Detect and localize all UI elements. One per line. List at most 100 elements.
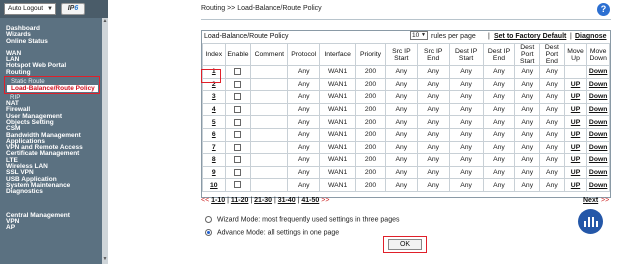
page-link-31-40[interactable]: 31-40 xyxy=(278,197,296,204)
dest-ip-start-cell: Any xyxy=(448,127,484,142)
move-down-link[interactable]: Down xyxy=(589,156,608,163)
interface-cell: WAN1 xyxy=(319,77,357,92)
rule-index-link[interactable]: 8 xyxy=(212,156,216,163)
enable-checkbox[interactable] xyxy=(234,143,242,151)
next-page-link[interactable]: Next xyxy=(583,197,598,204)
comment-cell xyxy=(250,140,289,155)
ipv6-badge[interactable]: IP6 xyxy=(61,3,85,15)
move-up-link[interactable]: UP xyxy=(571,81,580,88)
dest-port-end-cell: Any xyxy=(539,178,565,192)
sidebar-item-static-route[interactable]: Static Route xyxy=(7,78,98,85)
rule-index-link[interactable]: 9 xyxy=(212,169,216,176)
move-down-link[interactable]: Down xyxy=(589,119,608,126)
enable-checkbox[interactable] xyxy=(234,168,242,176)
move-down-link[interactable]: Down xyxy=(589,144,608,151)
advance-mode-radio[interactable] xyxy=(205,229,212,236)
move-down-link[interactable]: Down xyxy=(589,81,608,88)
rule-index-link[interactable]: 3 xyxy=(212,93,216,100)
move-up-link[interactable]: UP xyxy=(571,131,580,138)
wizard-icon-bar xyxy=(584,221,586,227)
index-cell: 7 xyxy=(202,140,226,155)
dest-ip-start-cell: Any xyxy=(448,90,484,104)
dest-ip-end-cell: Any xyxy=(482,115,516,129)
move-down-link[interactable]: Down xyxy=(589,131,608,138)
move-down-link[interactable]: Down xyxy=(589,93,608,100)
move-up-cell: UP xyxy=(563,178,588,192)
policy-table: Index Enable Comment Protocol Interface … xyxy=(202,43,610,192)
move-up-link[interactable]: UP xyxy=(571,106,580,113)
interface-cell: WAN1 xyxy=(319,127,357,142)
wizard-mode-option[interactable]: Wizard Mode: most frequently used settin… xyxy=(205,216,399,223)
rule-index-link[interactable]: 6 xyxy=(212,131,216,138)
move-up-link[interactable]: UP xyxy=(571,93,580,100)
breadcrumb: Routing >> Load-Balance/Route Policy xyxy=(201,5,322,12)
column-header: Move Down xyxy=(586,43,610,66)
move-down-cell: Down xyxy=(586,178,610,192)
move-up-link[interactable]: UP xyxy=(571,156,580,163)
ok-button[interactable]: OK xyxy=(388,239,422,250)
src-ip-end-cell: Any xyxy=(416,90,450,104)
table-row: 10 Any WAN1 200 Any Any Any Any Any Any UP Down xyxy=(202,178,610,192)
index-cell: 10 xyxy=(202,178,226,192)
panel-title: Load-Balance/Route Policy xyxy=(204,33,289,40)
sidebar-item-ap[interactable]: AP xyxy=(6,224,106,231)
interface-cell: WAN1 xyxy=(319,90,357,104)
wizard-mode-label: Wizard Mode: most frequently used settin… xyxy=(217,216,400,224)
routing-submenu-highlight: Static Route Load-Balance/Route Policy xyxy=(4,76,100,95)
column-header: Src IP Start xyxy=(384,43,418,66)
scroll-up-arrow-icon[interactable]: ▲ xyxy=(102,18,108,24)
comment-cell xyxy=(250,115,289,129)
enable-checkbox[interactable] xyxy=(234,156,242,164)
dest-port-end-cell: Any xyxy=(539,140,565,155)
enable-checkbox[interactable] xyxy=(234,131,242,139)
sidebar-scrollbar[interactable] xyxy=(102,18,108,264)
table-row: 1 Any WAN1 200 Any Any Any Any Any Any Down xyxy=(202,65,610,79)
rule-index-link[interactable]: 4 xyxy=(212,106,216,113)
enable-checkbox[interactable] xyxy=(234,105,242,113)
set-factory-default-link[interactable]: Set to Factory Default xyxy=(494,33,566,40)
move-up-link[interactable]: UP xyxy=(571,182,580,189)
table-header-row: Index Enable Comment Protocol Interface … xyxy=(202,43,610,66)
move-down-link[interactable]: Down xyxy=(589,169,608,176)
move-up-link[interactable]: UP xyxy=(571,119,580,126)
wizard-mode-radio[interactable] xyxy=(205,216,212,223)
auto-logout-select[interactable]: Auto Logout ▼ xyxy=(4,3,56,15)
rules-per-page-select[interactable]: 10 ▼ xyxy=(410,31,428,40)
move-up-link[interactable]: UP xyxy=(571,144,580,151)
table-row: 7 Any WAN1 200 Any Any Any Any Any Any UP Down xyxy=(202,140,610,155)
page-link-21-30[interactable]: 21-30 xyxy=(254,197,272,204)
enable-checkbox[interactable] xyxy=(234,80,242,88)
page-link-11-20[interactable]: 11-20 xyxy=(231,197,249,204)
move-up-cell: UP xyxy=(563,102,588,117)
enable-cell xyxy=(224,102,252,117)
rule-index-link[interactable]: 5 xyxy=(212,119,216,126)
src-ip-start-cell: Any xyxy=(384,90,418,104)
pager-prev-arrows: << xyxy=(201,197,210,204)
dest-ip-end-cell: Any xyxy=(482,90,516,104)
enable-checkbox[interactable] xyxy=(234,118,242,126)
enable-checkbox[interactable] xyxy=(234,181,242,189)
scroll-down-arrow-icon[interactable]: ▼ xyxy=(102,256,108,262)
move-up-link[interactable]: UP xyxy=(571,169,580,176)
page-link-1-10[interactable]: 1-10 xyxy=(211,197,225,204)
move-down-link[interactable]: Down xyxy=(589,182,608,189)
diagnose-link[interactable]: Diagnose xyxy=(575,33,607,40)
move-down-link[interactable]: Down xyxy=(589,68,608,75)
dest-ip-end-cell: Any xyxy=(482,77,516,92)
rule-index-link[interactable]: 10 xyxy=(210,182,218,189)
src-ip-start-cell: Any xyxy=(384,140,418,155)
page-link-41-50[interactable]: 41-50 xyxy=(301,197,319,204)
move-down-link[interactable]: Down xyxy=(589,106,608,113)
enable-checkbox[interactable] xyxy=(234,68,242,76)
sidebar-item-load-balance-route-policy[interactable]: Load-Balance/Route Policy xyxy=(7,85,98,93)
enable-cell xyxy=(224,178,252,192)
help-icon[interactable]: ? xyxy=(597,3,610,16)
advance-mode-option[interactable]: Advance Mode: all settings in one page xyxy=(205,229,339,236)
enable-checkbox[interactable] xyxy=(234,93,242,101)
wizard-icon[interactable] xyxy=(578,209,603,234)
move-down-cell: Down xyxy=(586,65,610,79)
sidebar-item-rip[interactable]: RIP xyxy=(6,94,106,101)
src-ip-start-cell: Any xyxy=(384,102,418,117)
rule-index-link[interactable]: 7 xyxy=(212,144,216,151)
interface-cell: WAN1 xyxy=(319,165,357,180)
